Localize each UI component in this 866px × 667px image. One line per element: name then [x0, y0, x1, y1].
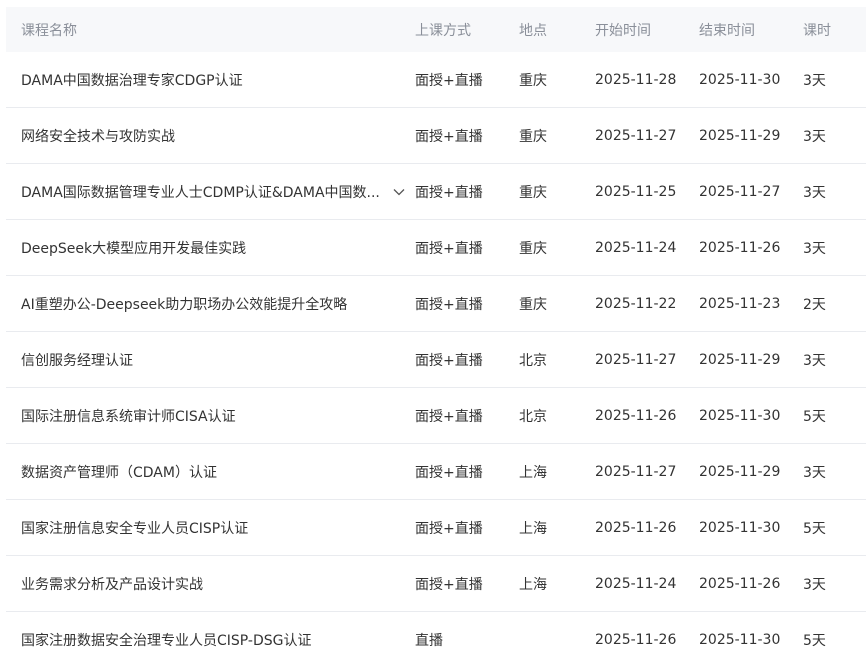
course-end: 2025-11-29 — [699, 351, 781, 368]
course-end: 2025-11-27 — [699, 183, 781, 200]
course-duration: 3天 — [803, 72, 826, 89]
course-start: 2025-11-27 — [595, 351, 677, 368]
course-location: 北京 — [519, 408, 547, 425]
course-name-link[interactable]: 业务需求分析及产品设计实战 — [21, 574, 203, 594]
course-start: 2025-11-24 — [595, 239, 677, 256]
course-location: 重庆 — [519, 240, 547, 257]
header-course-name: 课程名称 — [21, 22, 77, 39]
course-mode: 面授+直播 — [415, 296, 483, 313]
course-mode: 面授+直播 — [415, 520, 483, 537]
course-start: 2025-11-28 — [595, 71, 677, 88]
course-mode: 面授+直播 — [415, 464, 483, 481]
course-location: 上海 — [519, 520, 547, 537]
course-name-link[interactable]: DAMA中国数据治理专家CDGP认证 — [21, 70, 243, 90]
table-row[interactable]: DAMA中国数据治理专家CDGP认证 面授+直播 重庆 2025-11-28 2… — [6, 52, 866, 108]
header-mode: 上课方式 — [415, 22, 471, 39]
course-name-link[interactable]: 国际注册信息系统审计师CISA认证 — [21, 406, 236, 426]
table-row[interactable]: 业务需求分析及产品设计实战 面授+直播 上海 2025-11-24 2025-1… — [6, 556, 866, 612]
course-start: 2025-11-22 — [595, 295, 677, 312]
course-start: 2025-11-27 — [595, 463, 677, 480]
header-location: 地点 — [519, 22, 547, 39]
course-duration: 3天 — [803, 240, 826, 257]
table-row[interactable]: 国家注册数据安全治理专业人员CISP-DSG认证 直播 2025-11-26 2… — [6, 612, 866, 667]
course-end: 2025-11-26 — [699, 575, 781, 592]
course-start: 2025-11-27 — [595, 127, 677, 144]
course-location: 重庆 — [519, 128, 547, 145]
course-end: 2025-11-23 — [699, 295, 781, 312]
course-name-link[interactable]: AI重塑办公-Deepseek助力职场办公效能提升全攻略 — [21, 294, 347, 314]
course-start: 2025-11-25 — [595, 183, 677, 200]
course-name-link[interactable]: 数据资产管理师（CDAM）认证 — [21, 462, 217, 482]
header-start-time: 开始时间 — [595, 22, 651, 39]
course-end: 2025-11-30 — [699, 71, 781, 88]
course-location: 北京 — [519, 352, 547, 369]
course-duration: 5天 — [803, 408, 826, 425]
course-mode: 面授+直播 — [415, 576, 483, 593]
course-start: 2025-11-26 — [595, 519, 677, 536]
course-duration: 3天 — [803, 464, 826, 481]
course-start: 2025-11-26 — [595, 407, 677, 424]
course-duration: 5天 — [803, 520, 826, 537]
course-end: 2025-11-29 — [699, 127, 781, 144]
course-duration: 3天 — [803, 184, 826, 201]
table-header: 课程名称 上课方式 地点 开始时间 结束时间 课时 — [6, 7, 866, 52]
chevron-down-icon-glyph — [393, 188, 405, 195]
course-schedule-table: 课程名称 上课方式 地点 开始时间 结束时间 课时 DAMA中国数据治理专家CD… — [6, 7, 866, 667]
table-row[interactable]: 数据资产管理师（CDAM）认证 面授+直播 上海 2025-11-27 2025… — [6, 444, 866, 500]
table-row[interactable]: 网络安全技术与攻防实战 面授+直播 重庆 2025-11-27 2025-11-… — [6, 108, 866, 164]
course-name-link[interactable]: DAMA国际数据管理专业人士CDMP认证&DAMA中国数... — [21, 182, 380, 202]
table-row[interactable]: 国际注册信息系统审计师CISA认证 面授+直播 北京 2025-11-26 20… — [6, 388, 866, 444]
course-end: 2025-11-26 — [699, 239, 781, 256]
course-start: 2025-11-24 — [595, 575, 677, 592]
course-duration: 3天 — [803, 352, 826, 369]
course-start: 2025-11-26 — [595, 631, 677, 648]
course-name-link[interactable]: DeepSeek大模型应用开发最佳实践 — [21, 238, 246, 258]
course-location: 重庆 — [519, 184, 547, 201]
table-row[interactable]: DeepSeek大模型应用开发最佳实践 面授+直播 重庆 2025-11-24 … — [6, 220, 866, 276]
course-mode: 面授+直播 — [415, 240, 483, 257]
chevron-down-icon[interactable] — [392, 185, 406, 199]
course-duration: 5天 — [803, 632, 826, 649]
course-duration: 3天 — [803, 128, 826, 145]
course-mode: 面授+直播 — [415, 352, 483, 369]
course-location: 重庆 — [519, 296, 547, 313]
course-end: 2025-11-29 — [699, 463, 781, 480]
course-name-link[interactable]: 国家注册数据安全治理专业人员CISP-DSG认证 — [21, 630, 312, 650]
course-mode: 面授+直播 — [415, 184, 483, 201]
course-location: 上海 — [519, 576, 547, 593]
course-end: 2025-11-30 — [699, 519, 781, 536]
table-row[interactable]: 国家注册信息安全专业人员CISP认证 面授+直播 上海 2025-11-26 2… — [6, 500, 866, 556]
table-row[interactable]: AI重塑办公-Deepseek助力职场办公效能提升全攻略 面授+直播 重庆 20… — [6, 276, 866, 332]
header-end-time: 结束时间 — [699, 22, 755, 39]
table-row[interactable]: 信创服务经理认证 面授+直播 北京 2025-11-27 2025-11-29 … — [6, 332, 866, 388]
course-duration: 2天 — [803, 296, 826, 313]
course-mode: 面授+直播 — [415, 72, 483, 89]
course-duration: 3天 — [803, 576, 826, 593]
course-end: 2025-11-30 — [699, 407, 781, 424]
course-location: 重庆 — [519, 72, 547, 89]
course-mode: 面授+直播 — [415, 408, 483, 425]
course-name-link[interactable]: 网络安全技术与攻防实战 — [21, 126, 175, 146]
course-mode: 直播 — [415, 632, 443, 649]
course-mode: 面授+直播 — [415, 128, 483, 145]
course-end: 2025-11-30 — [699, 631, 781, 648]
header-duration: 课时 — [803, 22, 831, 39]
table-row[interactable]: DAMA国际数据管理专业人士CDMP认证&DAMA中国数... 面授+直播 重庆… — [6, 164, 866, 220]
course-location: 上海 — [519, 464, 547, 481]
course-name-link[interactable]: 信创服务经理认证 — [21, 350, 133, 370]
course-name-link[interactable]: 国家注册信息安全专业人员CISP认证 — [21, 518, 248, 538]
